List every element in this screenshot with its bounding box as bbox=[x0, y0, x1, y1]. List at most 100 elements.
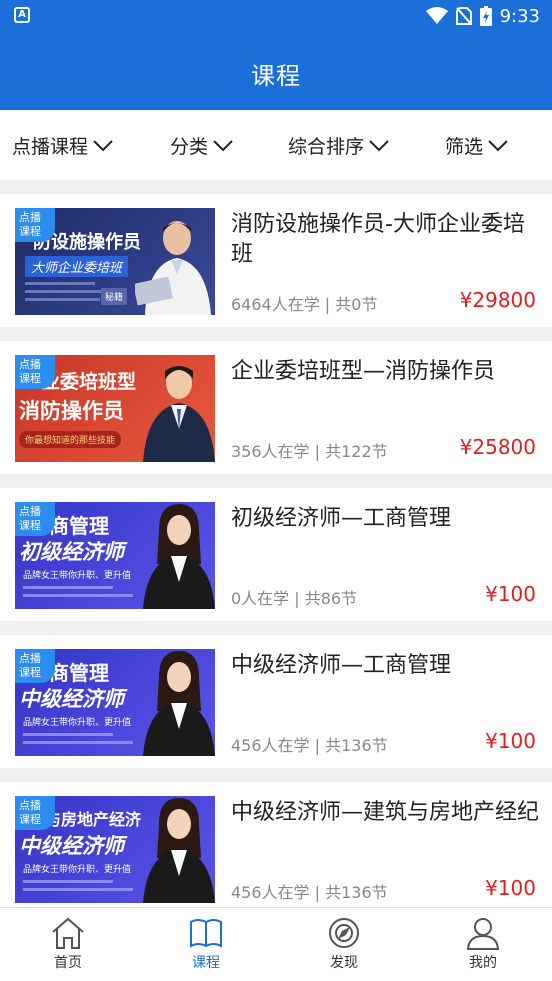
vod-tag: 点播 课程 bbox=[15, 502, 55, 536]
filter-label: 筛选 bbox=[445, 136, 484, 158]
status-time: 9:33 bbox=[499, 5, 540, 27]
thumbnail-line bbox=[25, 290, 105, 293]
nav-home[interactable]: 首页 bbox=[28, 916, 108, 972]
tag-line: 课程 bbox=[19, 372, 41, 385]
thumbnail-subtitle: 大师企业委培班 bbox=[25, 256, 129, 277]
course-title: 企业委培班型—消防操作员 bbox=[231, 359, 496, 384]
course-price: ¥25800 bbox=[459, 435, 536, 459]
course-price: ¥100 bbox=[485, 582, 536, 606]
nav-discover[interactable]: 发现 bbox=[304, 916, 384, 972]
filter-bar: 点播课程 分类 综合排序 筛选 bbox=[0, 110, 552, 180]
app-notification-icon: A bbox=[14, 7, 30, 23]
course-meta: 456人在学 | 共136节 bbox=[231, 736, 388, 755]
nav-label: 首页 bbox=[54, 955, 82, 971]
thumbnail-subtitle: 消防操作员 bbox=[19, 399, 124, 423]
thumbnail-line bbox=[23, 733, 113, 736]
nav-label: 发现 bbox=[330, 955, 358, 971]
thumbnail-badge: 品牌女王带你升职、更升值 bbox=[23, 865, 132, 875]
course-thumbnail: 点播 课程 业委培班型 消防操作员 你最想知道的那些技能 bbox=[15, 355, 215, 462]
thumbnail-line bbox=[23, 594, 133, 597]
bottom-nav: 首页 课程 发现 我的 bbox=[0, 907, 552, 981]
status-bar: A 9:33 bbox=[0, 0, 552, 32]
course-meta: 6464人在学 | 共0节 bbox=[231, 295, 378, 314]
instructor-photo bbox=[143, 651, 215, 756]
tag-line: 点播 bbox=[19, 211, 41, 224]
status-icons: 9:33 bbox=[425, 4, 540, 28]
course-price: ¥100 bbox=[485, 729, 536, 753]
course-meta: 356人在学 | 共122节 bbox=[231, 442, 388, 461]
course-price: ¥29800 bbox=[459, 288, 536, 312]
vod-tag: 点播 课程 bbox=[15, 208, 55, 242]
instructor-photo bbox=[135, 221, 211, 315]
thumbnail-line bbox=[25, 298, 100, 301]
thumbnail-line bbox=[23, 586, 113, 589]
course-card[interactable]: 点播 课程 商管理 初级经济师 品牌女王带你升职、更升值 初级经济师—工商管理 0… bbox=[0, 488, 552, 621]
course-title: 消防设施操作员-大师企业委培班 bbox=[231, 212, 525, 267]
thumbnail-badge: 秘籍 bbox=[101, 288, 128, 305]
filter-label: 分类 bbox=[170, 136, 209, 158]
filter-label: 综合排序 bbox=[288, 136, 365, 158]
thumbnail-badge: 品牌女王带你升职、更升值 bbox=[23, 718, 132, 728]
course-thumbnail: 点播 课程 防设施操作员 大师企业委培班 秘籍 bbox=[15, 208, 215, 315]
instructor-photo bbox=[143, 366, 215, 462]
profile-icon bbox=[466, 918, 500, 950]
tag-line: 课程 bbox=[19, 519, 41, 532]
chevron-down-icon bbox=[369, 139, 389, 151]
course-title: 中级经济师—建筑与房地产经纪 bbox=[231, 800, 540, 825]
no-sim-icon bbox=[455, 7, 472, 25]
thumbnail-badge: 你最想知道的那些技能 bbox=[19, 431, 122, 448]
thumbnail-subtitle: 中级经济师 bbox=[19, 687, 124, 711]
tag-line: 点播 bbox=[19, 652, 41, 665]
course-card[interactable]: 点播 课程 防设施操作员 大师企业委培班 秘籍 消防设施操作员-大师企业委培班 6… bbox=[0, 194, 552, 327]
discover-icon bbox=[329, 918, 359, 948]
vod-tag: 点播 课程 bbox=[15, 796, 55, 830]
course-meta: 0人在学 | 共86节 bbox=[231, 589, 358, 608]
wifi-icon bbox=[425, 7, 448, 24]
chevron-down-icon bbox=[488, 139, 508, 151]
nav-label: 课程 bbox=[192, 955, 220, 971]
nav-label: 我的 bbox=[469, 955, 497, 971]
course-thumbnail: 点播 课程 商管理 初级经济师 品牌女王带你升职、更升值 bbox=[15, 502, 215, 609]
chevron-down-icon bbox=[93, 139, 113, 151]
course-card[interactable]: 点播 课程 商管理 中级经济师 品牌女王带你升职、更升值 中级经济师—工商管理 4… bbox=[0, 635, 552, 768]
nav-profile[interactable]: 我的 bbox=[443, 916, 523, 972]
vod-tag: 点播 课程 bbox=[15, 355, 55, 389]
course-card[interactable]: 点播 课程 与房地产经济 中级经济师 品牌女王带你升职、更升值 中级经济师—建筑与… bbox=[0, 782, 552, 907]
filter-label: 点播课程 bbox=[12, 136, 89, 158]
course-meta: 456人在学 | 共136节 bbox=[231, 883, 388, 902]
instructor-photo bbox=[143, 504, 215, 609]
header-bar: A 9:33 课程 bbox=[0, 0, 552, 110]
filter-screen[interactable]: 筛选 bbox=[445, 132, 509, 159]
thumbnail-line bbox=[25, 282, 95, 285]
tag-line: 点播 bbox=[19, 799, 41, 812]
course-thumbnail: 点播 课程 商管理 中级经济师 品牌女王带你升职、更升值 bbox=[15, 649, 215, 756]
thumbnail-subtitle: 中级经济师 bbox=[19, 834, 124, 858]
nav-courses[interactable]: 课程 bbox=[166, 916, 246, 972]
course-screen: A 9:33 课程 点播课程 分类 综合排序 筛选 点播 课程 防设施操作员 大… bbox=[0, 0, 552, 981]
course-thumbnail: 点播 课程 与房地产经济 中级经济师 品牌女王带你升职、更升值 bbox=[15, 796, 215, 903]
thumbnail-headline: 商管理 bbox=[49, 514, 109, 538]
course-card[interactable]: 点播 课程 业委培班型 消防操作员 你最想知道的那些技能 企业委培班型—消防操作员… bbox=[0, 341, 552, 474]
tag-line: 点播 bbox=[19, 358, 41, 371]
vod-tag: 点播 课程 bbox=[15, 649, 55, 683]
home-icon bbox=[52, 917, 84, 949]
thumbnail-line bbox=[23, 888, 133, 891]
tag-line: 课程 bbox=[19, 666, 41, 679]
thumbnail-headline: 业委培班型 bbox=[41, 371, 137, 393]
filter-category[interactable]: 分类 bbox=[170, 132, 234, 159]
course-title: 初级经济师—工商管理 bbox=[231, 506, 452, 531]
instructor-photo bbox=[143, 798, 215, 903]
filter-vod-course[interactable]: 点播课程 bbox=[12, 132, 114, 159]
tag-line: 课程 bbox=[19, 813, 41, 826]
battery-charging-icon bbox=[479, 6, 492, 26]
thumbnail-badge: 品牌女王带你升职、更升值 bbox=[23, 571, 132, 581]
course-title: 中级经济师—工商管理 bbox=[231, 653, 452, 678]
tag-line: 课程 bbox=[19, 225, 41, 238]
thumbnail-line bbox=[23, 741, 133, 744]
page-title: 课程 bbox=[251, 62, 301, 90]
thumbnail-headline: 商管理 bbox=[49, 661, 109, 685]
filter-sort[interactable]: 综合排序 bbox=[288, 132, 390, 159]
thumbnail-headline: 与房地产经济 bbox=[45, 810, 142, 829]
thumbnail-subtitle: 初级经济师 bbox=[19, 540, 124, 564]
chevron-down-icon bbox=[213, 139, 233, 151]
